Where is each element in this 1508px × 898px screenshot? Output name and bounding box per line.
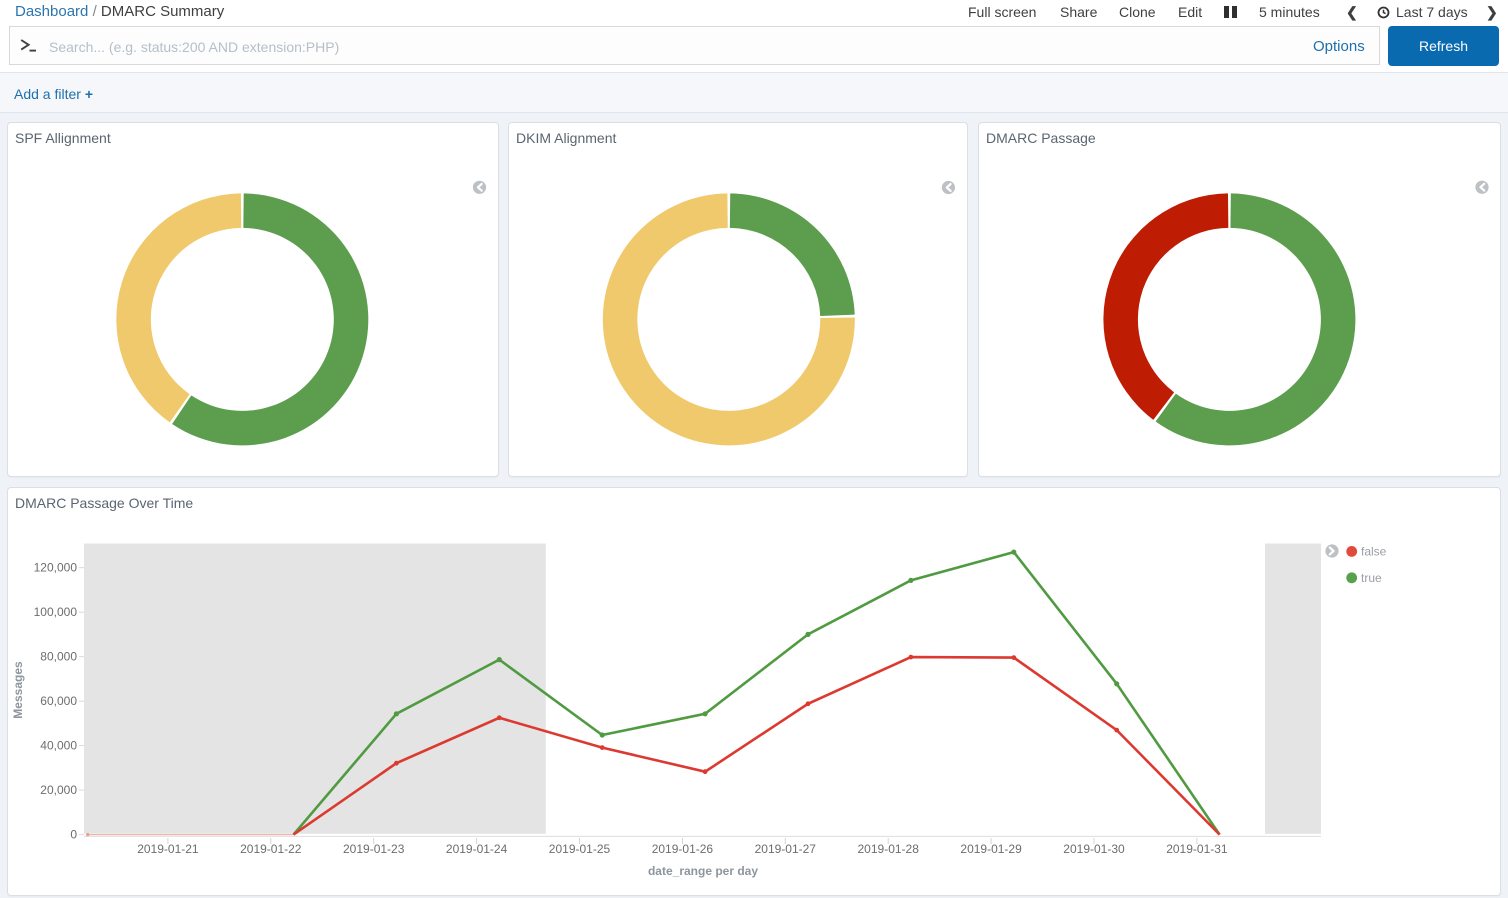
svg-text:2019-01-29: 2019-01-29 [960,842,1022,856]
svg-text:2019-01-21: 2019-01-21 [137,842,199,856]
svg-text:120,000: 120,000 [34,561,78,575]
svg-text:80,000: 80,000 [40,650,77,664]
svg-text:false: false [1361,545,1387,559]
svg-text:2019-01-26: 2019-01-26 [652,842,714,856]
svg-text:2019-01-30: 2019-01-30 [1063,842,1125,856]
svg-text:date_range per day: date_range per day [648,864,758,878]
svg-text:2019-01-28: 2019-01-28 [858,842,920,856]
svg-text:2019-01-24: 2019-01-24 [446,842,508,856]
svg-text:2019-01-27: 2019-01-27 [755,842,817,856]
svg-text:0: 0 [70,828,77,842]
svg-text:60,000: 60,000 [40,694,77,708]
svg-text:2019-01-23: 2019-01-23 [343,842,405,856]
svg-text:Messages: Messages [11,661,25,719]
svg-text:2019-01-22: 2019-01-22 [240,842,302,856]
svg-text:40,000: 40,000 [40,739,77,753]
svg-text:true: true [1361,571,1382,585]
svg-text:20,000: 20,000 [40,783,77,797]
svg-text:2019-01-25: 2019-01-25 [549,842,611,856]
svg-text:100,000: 100,000 [34,605,78,619]
svg-text:2019-01-31: 2019-01-31 [1166,842,1228,856]
